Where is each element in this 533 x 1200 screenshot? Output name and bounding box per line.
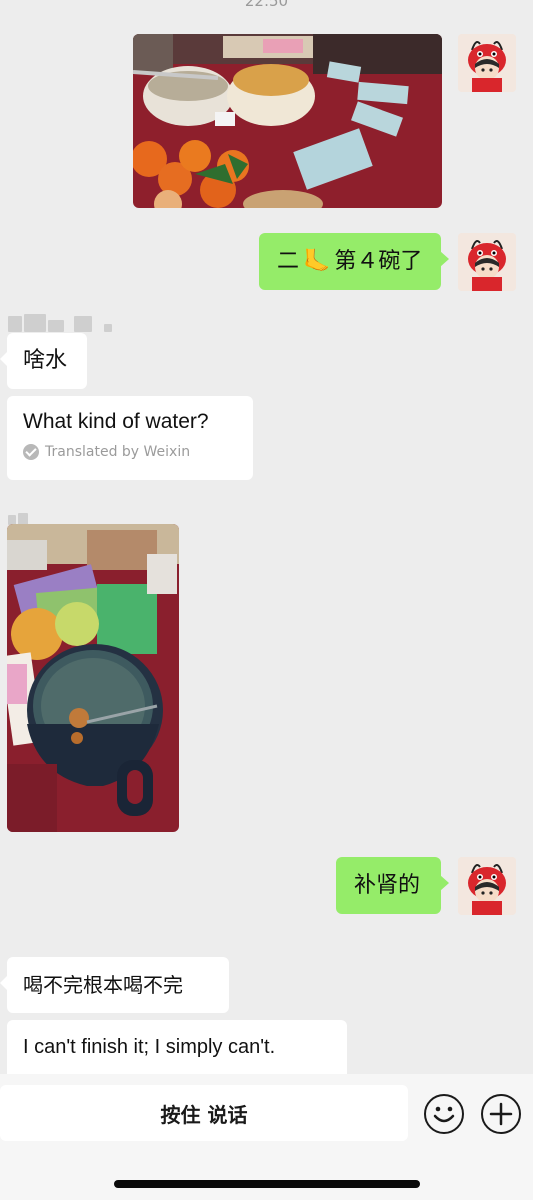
translation-text: What kind of water? (23, 410, 209, 433)
sent-message-bowl-count[interactable]: 二 🦶 第４碗了 (259, 233, 449, 290)
photo-bowls-tangerines-icon (133, 34, 442, 208)
translation-card[interactable]: What kind of water? Translated by Weixin (7, 396, 253, 480)
my-avatar[interactable] (458, 857, 516, 915)
check-circle-icon (23, 444, 39, 460)
sender-name-blurred (8, 314, 114, 332)
my-avatar[interactable] (458, 233, 516, 291)
received-message-what-water[interactable]: 啥水 (0, 333, 87, 389)
lobster-hood-avatar-icon (458, 857, 516, 915)
translation-text: I can't finish it; I simply can't. (23, 1036, 276, 1058)
home-indicator[interactable] (114, 1180, 420, 1188)
smiley-icon[interactable] (424, 1094, 464, 1134)
plus-sign-icon (489, 1102, 513, 1126)
lobster-hood-avatar-icon (458, 34, 516, 92)
plus-icon[interactable] (481, 1094, 521, 1134)
translated-by-label: Translated by Weixin (45, 444, 191, 460)
smiley-face-icon (433, 1106, 455, 1123)
sent-message-kidney[interactable]: 补肾的 (336, 857, 449, 914)
chat-timestamp: 22:50 (244, 0, 289, 10)
message-text: 补肾的 (354, 872, 421, 898)
message-text-prefix: 二 (277, 248, 300, 274)
sent-photo-bowls[interactable] (133, 34, 442, 208)
received-message-cant-finish[interactable]: 喝不完根本喝不完 (0, 957, 229, 1013)
message-text: 啥水 (23, 348, 68, 373)
sender-name-blurred (26, 948, 32, 963)
lobster-hood-avatar-icon (458, 233, 516, 291)
hold-to-talk-button[interactable]: 按住 说话 (0, 1085, 408, 1141)
foot-emoji-icon: 🦶 (303, 248, 331, 274)
message-text-suffix: 第４碗了 (334, 248, 423, 274)
received-photo-cup[interactable] (7, 524, 179, 832)
my-avatar[interactable] (458, 34, 516, 92)
message-text: 喝不完根本喝不完 (23, 973, 183, 997)
translated-by: Translated by Weixin (23, 444, 237, 460)
photo-cup-water-icon (7, 524, 179, 832)
sender-name-blurred (8, 510, 30, 525)
